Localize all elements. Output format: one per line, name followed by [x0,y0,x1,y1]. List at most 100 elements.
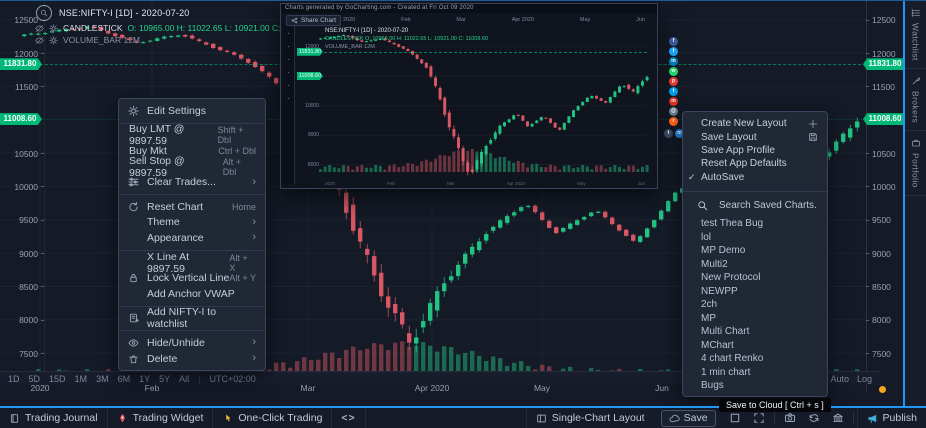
log-toggle[interactable]: Log [857,374,872,384]
sidebar-tab-portfolio[interactable]: Portfolio [905,131,926,196]
trading-journal-button[interactable]: Trading Journal [0,408,108,428]
share-chart-tab[interactable]: Share Chart [286,15,341,26]
trading-widget-button[interactable]: Trading Widget [108,408,214,428]
saved-chart-item[interactable]: Bugs [683,379,827,393]
range-3m-button[interactable]: 3M [96,374,109,384]
menu-item-theme[interactable]: Theme› [119,215,265,231]
lock-icon [128,273,139,284]
saved-chart-item[interactable]: 1 min chart [683,365,827,379]
share-telegram-icon[interactable]: t [669,87,678,96]
chevron-right-icon: › [252,217,256,228]
one-click-trading-button[interactable]: One-Click Trading [213,408,332,428]
eye-off-icon[interactable] [35,36,44,45]
saved-chart-item[interactable]: 4 chart Renko [683,352,827,366]
menu-item-delete[interactable]: Delete› [119,351,265,367]
menu-item-autosave[interactable]: ✓AutoSave [683,171,827,184]
share-twitter-icon[interactable]: t [669,47,678,56]
bank-icon [832,412,844,424]
menu-item-save-app-profile[interactable]: Save App Profile [683,144,827,157]
single-chart-layout-button[interactable]: Single-Chart Layout [526,408,654,428]
menu-item-edit-settings[interactable]: Edit Settings [119,103,265,119]
context-menu-section: Reset ChartHomeTheme›Appearance› [119,195,265,251]
mini-time-label: Apr 2020 [507,181,525,186]
menu-item-x-line-at-9897-59[interactable]: X Line At 9897.59Alt + X [119,255,265,271]
saved-chart-item[interactable]: MP [683,311,827,325]
range-1d-button[interactable]: 1D [8,374,20,384]
price-badge: 11008.60 [0,113,42,125]
saved-chart-item[interactable]: MChart [683,338,827,352]
auto-toggle[interactable]: Auto [830,374,849,384]
menu-item-hide-unhide[interactable]: Hide/Unhide› [119,335,265,351]
saved-charts-search[interactable] [683,193,827,217]
gear-icon[interactable] [49,36,58,45]
symbol-search-button[interactable] [36,5,52,21]
range-all-button[interactable]: All [179,374,189,384]
range-1y-button[interactable]: 1Y [139,374,150,384]
mini-time-label: Jun [638,181,645,186]
saved-chart-item[interactable]: New Protocol [683,271,827,285]
refresh-icon [128,201,139,212]
share-gmail-icon[interactable]: m [669,97,678,106]
menu-item-appearance[interactable]: Appearance› [119,230,265,246]
sidebar-tab-watchlist[interactable]: Watchlist [905,1,926,69]
menu-item-add-nifty-i-to-watchlist[interactable]: Add NIFTY-I to watchlist [119,311,265,327]
symbol-title: NSE:NIFTY-I [1D] - 2020-07-20 [59,8,190,18]
range-15d-button[interactable]: 15D [49,374,66,384]
share-tumblr-icon[interactable]: t [664,129,673,138]
share-facebook-icon[interactable]: f [669,37,678,46]
range-5y-button[interactable]: 5Y [159,374,170,384]
menu-item-reset-app-defaults[interactable]: Reset App Defaults [683,157,827,170]
publish-button[interactable]: Publish [857,408,926,428]
share-whatsapp-icon[interactable]: w [669,67,678,76]
menu-item-create-new-layout[interactable]: Create New Layout [683,117,827,130]
range-6m-button[interactable]: 6M [118,374,131,384]
range-1m-button[interactable]: 1M [75,374,88,384]
range-5d-button[interactable]: 5D [29,374,41,384]
save-button[interactable]: Save [661,410,716,427]
menu-item-sell-stop-9897-59[interactable]: Sell Stop @ 9897.59Alt + Dbl [119,159,265,175]
price-tick-label: 8000 [2,315,38,325]
menu-item-buy-lmt-9897-59[interactable]: Buy LMT @ 9897.59Shift + Dbl [119,128,265,144]
saved-chart-item[interactable]: test Thea Bug [683,217,827,231]
saved-chart-item[interactable]: NEWPP [683,284,827,298]
menu-item-lock-vertical-line[interactable]: Lock Vertical LineAlt + Y [119,270,265,286]
gear-icon[interactable] [49,24,58,33]
drawing-tool-icon[interactable]: ▪ [288,83,290,89]
mini-drawing-toolbar: ▪ ▪ ▪ ▪ ▪ ▪ [283,26,295,184]
drawing-tool-icon[interactable]: ▪ [288,70,290,76]
price-tick-label: 12500 [872,15,896,25]
mini-chart-top-axis: 2020FebMarApr 2020MayJun [343,17,645,23]
eye-off-icon[interactable] [35,24,44,33]
drawing-tool-icon[interactable]: ▪ [288,96,290,102]
volume-study-label: VOLUME_BAR 12M [63,35,140,45]
saved-chart-item[interactable]: Multi Chart [683,325,827,339]
share-chart-window[interactable]: Charts generated by GoCharting.com - Cre… [280,3,658,189]
drawing-tool-icon[interactable]: ▪ [288,57,290,63]
drawing-tool-icon[interactable]: ▪ [288,44,290,50]
mini-time-label: May [580,17,590,23]
mini-volume-line: VOLUME_BAR 12M [325,44,488,50]
share-pinterest-icon[interactable]: p [669,77,678,86]
menu-item-reset-chart[interactable]: Reset ChartHome [119,199,265,215]
share-linkedin-icon[interactable]: in [669,57,678,66]
search-input[interactable] [717,199,829,212]
floppy-icon [808,132,818,142]
saved-chart-item[interactable]: MP Demo [683,244,827,258]
sidebar-tab-brokers[interactable]: Brokers [905,69,926,131]
menu-item-save-layout[interactable]: Save Layout [683,130,827,143]
price-tick-label: 10000 [872,182,896,192]
timezone-label[interactable]: UTC+02:00 [209,374,255,384]
mini-time-label: Mar [456,17,465,23]
drawing-tool-icon[interactable]: ▪ [288,31,290,37]
menu-item-add-anchor-vwap[interactable]: Add Anchor VWAP [119,286,265,302]
item-button[interactable]: <> [332,408,365,428]
saved-chart-item[interactable]: 2ch [683,298,827,312]
price-tick-label: 10500 [872,149,896,159]
notification-dot [879,386,886,393]
camera-icon [784,412,796,424]
saved-chart-item[interactable]: Multi2 [683,257,827,271]
share-email-icon[interactable]: @ [669,107,678,116]
saved-chart-item[interactable]: lol [683,230,827,244]
share-reddit-icon[interactable]: r [669,117,678,126]
menu-item-clear-trades[interactable]: Clear Trades...› [119,174,265,190]
